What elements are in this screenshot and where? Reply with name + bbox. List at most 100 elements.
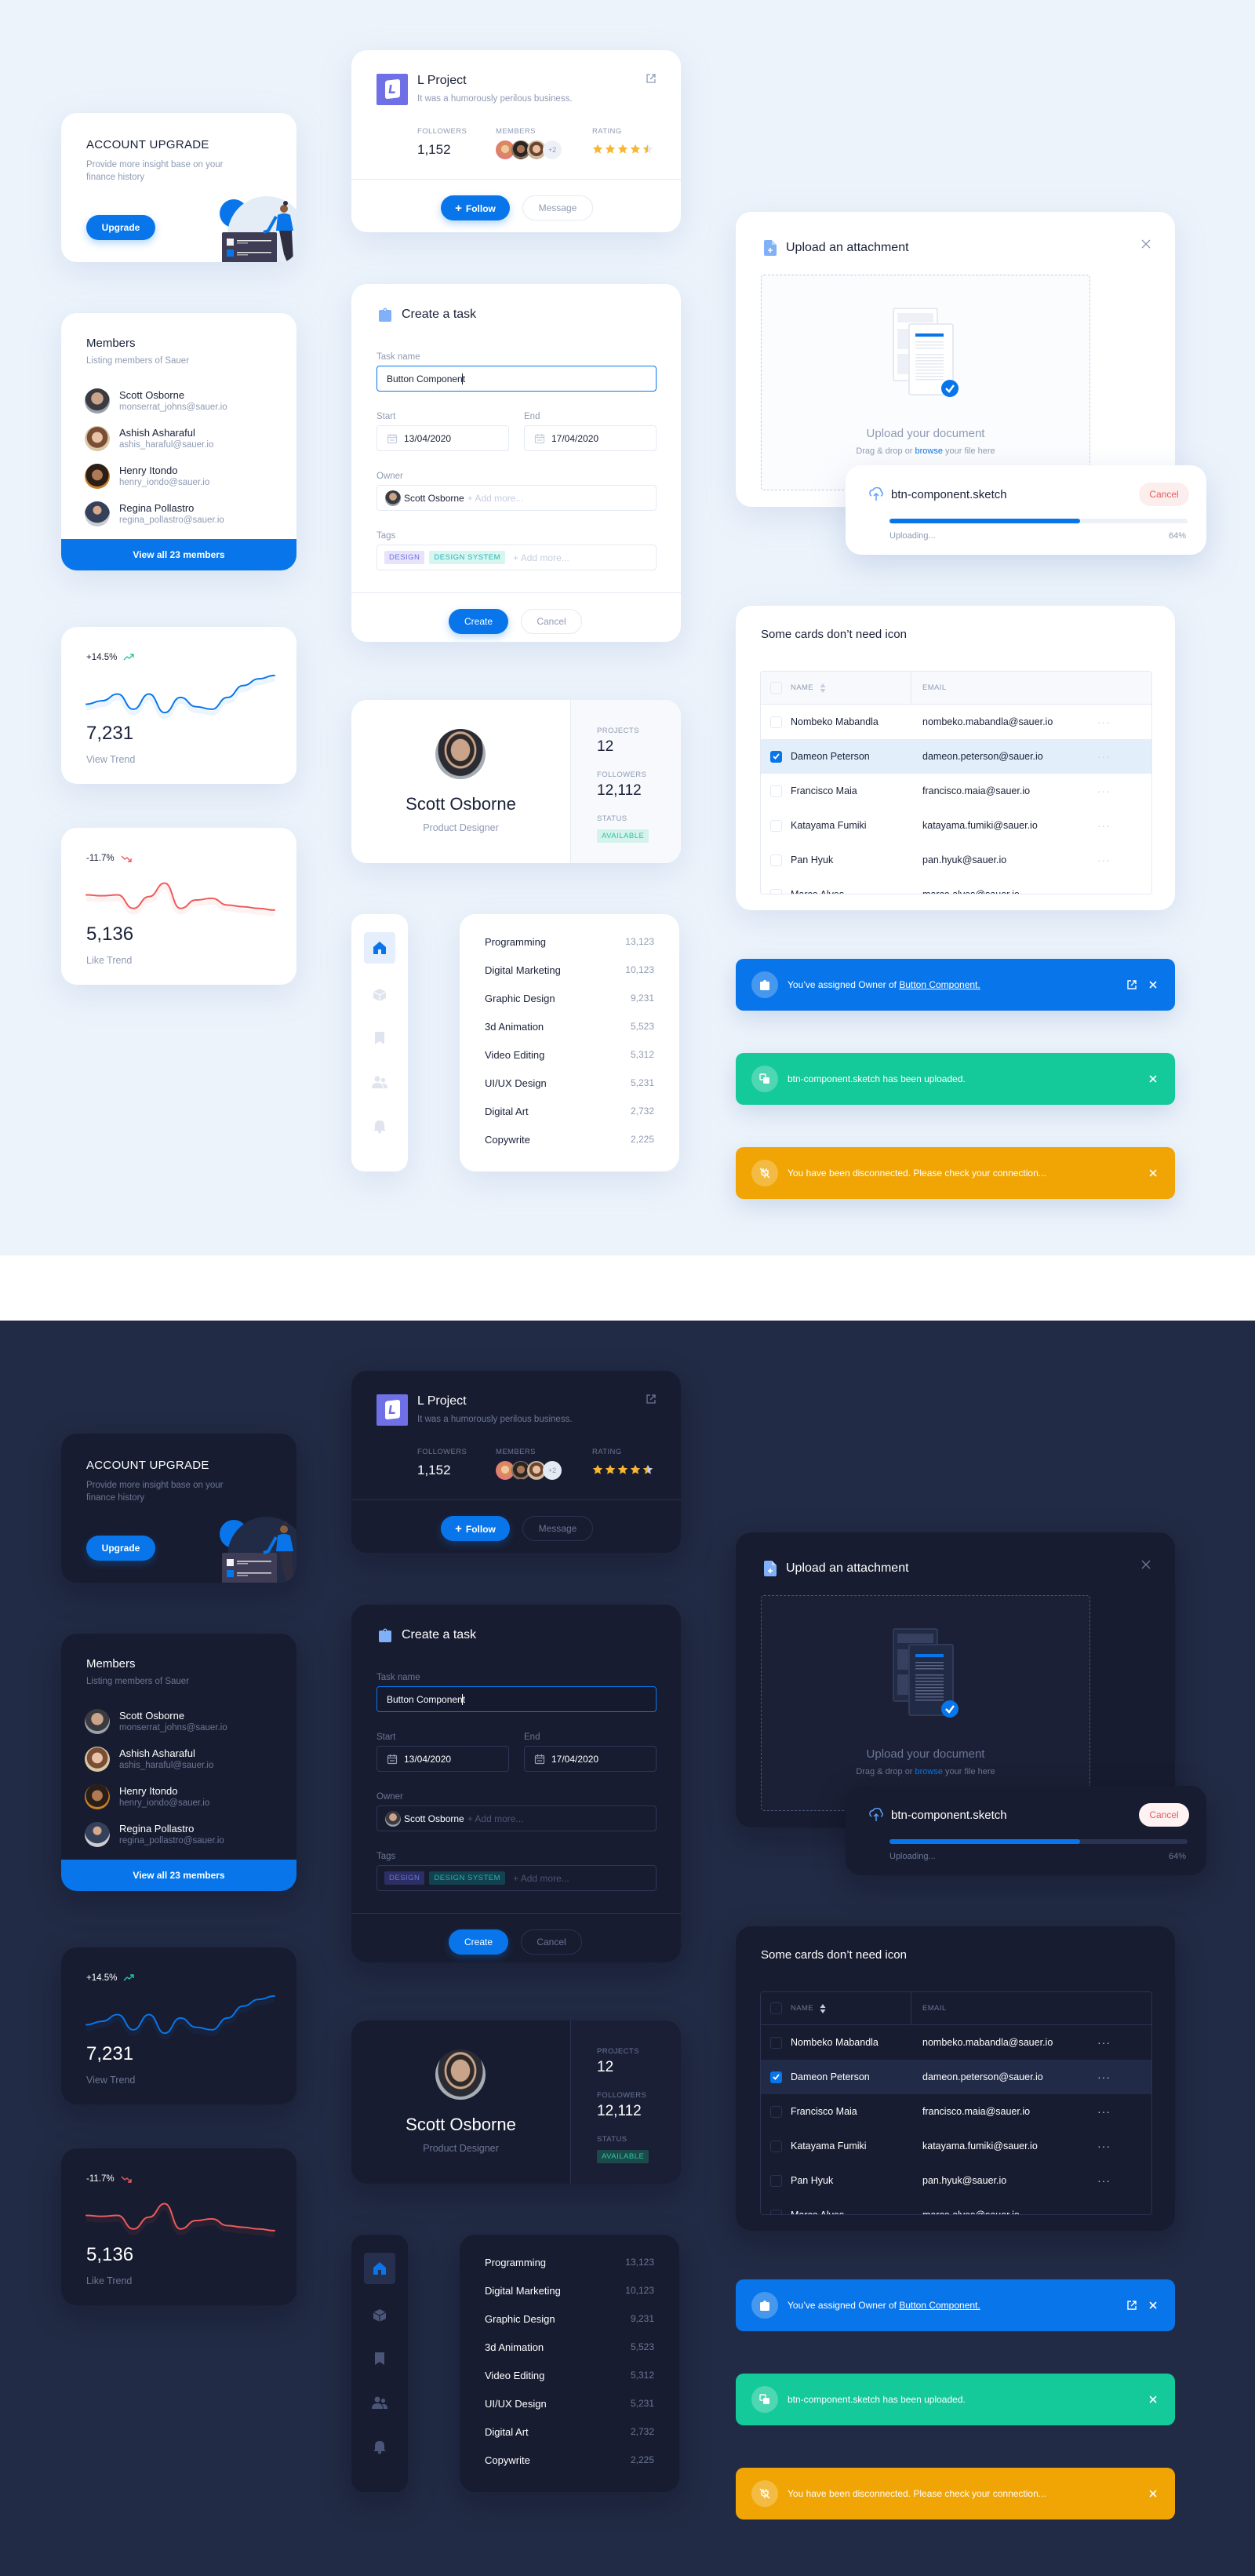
column-header-email[interactable]: EMAIL [922,683,947,692]
nav-item-users[interactable] [364,2387,395,2418]
nav-item-home[interactable] [364,2253,395,2284]
more-actions-icon[interactable]: ··· [1097,2036,1111,2049]
close-icon[interactable] [1148,2395,1158,2404]
table-row[interactable]: Katayama Fumiki katayama.fumiki@sauer.io ·… [761,808,1151,843]
nav-item-products[interactable] [364,2300,395,2331]
table-row[interactable]: Nombeko Mabandla nombeko.mabandla@sauer.i… [761,2025,1151,2060]
start-date-input[interactable]: 13/04/2020 [376,1746,509,1772]
category-item[interactable]: UI/UX Design 5,231 [485,2398,654,2410]
nav-item-products[interactable] [364,979,395,1011]
owner-chip[interactable]: Scott Osborne [404,493,464,504]
create-button[interactable]: Create [449,1929,508,1955]
category-item[interactable]: Graphic Design 9,231 [485,993,654,1004]
tag-chip[interactable]: DESIGN SYSTEM [429,1871,506,1885]
nav-item-notifications[interactable] [364,2431,395,2462]
close-icon[interactable] [1148,1074,1158,1084]
nav-item-home[interactable] [364,932,395,964]
nav-item-users[interactable] [364,1066,395,1098]
upgrade-button[interactable]: Upgrade [86,1536,155,1561]
column-header-name[interactable]: NAME [791,2003,922,2013]
table-row[interactable]: Katayama Fumiki katayama.fumiki@sauer.io ·… [761,2129,1151,2163]
category-item[interactable]: Graphic Design 9,231 [485,2313,654,2325]
external-link-icon[interactable] [645,1393,657,1405]
task-name-input[interactable]: Button Component [376,366,657,392]
row-checkbox[interactable] [770,2174,782,2187]
member-item[interactable]: Ashish Asharaful ashis_haraful@sauer.io [85,420,281,457]
category-item[interactable]: 3d Animation 5,523 [485,2341,654,2353]
create-button[interactable]: Create [449,609,508,634]
start-date-input[interactable]: 13/04/2020 [376,425,509,451]
follow-button[interactable]: + Follow [441,1516,510,1541]
add-tag-placeholder[interactable]: + Add more... [513,552,569,563]
tags-input[interactable]: DESIGN DESIGN SYSTEM + Add more... [376,545,657,570]
row-checkbox[interactable] [770,2209,782,2214]
category-item[interactable]: UI/UX Design 5,231 [485,1077,654,1089]
more-actions-icon[interactable]: ··· [1097,819,1111,832]
add-owner-placeholder[interactable]: + Add more... [467,1813,524,1824]
row-checkbox[interactable] [770,2036,782,2049]
more-actions-icon[interactable]: ··· [1097,2209,1111,2214]
tag-chip[interactable]: DESIGN [384,551,425,564]
file-drop-zone[interactable]: Upload your document Drag & drop or brow… [761,1595,1090,1811]
more-actions-icon[interactable]: ··· [1097,716,1111,728]
view-all-members-button[interactable]: View all 23 members [61,1860,296,1891]
column-header-email[interactable]: EMAIL [922,2004,947,2013]
member-item[interactable]: Ashish Asharaful ashis_haraful@sauer.io [85,1740,281,1778]
member-item[interactable]: Regina Pollastro regina_pollastro@sauer.i… [85,1816,281,1853]
close-icon[interactable] [1148,2301,1158,2310]
more-actions-icon[interactable]: ··· [1097,888,1111,894]
end-date-input[interactable]: 17/04/2020 [524,425,657,451]
more-actions-icon[interactable]: ··· [1097,2140,1111,2152]
member-avatars[interactable]: +2 [496,140,562,159]
close-icon[interactable] [1140,1559,1151,1570]
message-button[interactable]: Message [522,1516,593,1541]
browse-link[interactable]: browse [915,446,943,456]
cancel-button[interactable]: Cancel [521,609,582,634]
table-row[interactable]: Marco Alves marco.alves@sauer.io ··· [761,2198,1151,2214]
row-checkbox[interactable] [770,888,782,894]
message-button[interactable]: Message [522,195,593,220]
member-item[interactable]: Henry Itondo henry_iondo@sauer.io [85,457,281,495]
cancel-upload-button[interactable]: Cancel [1139,483,1189,506]
upgrade-button[interactable]: Upgrade [86,215,155,240]
row-checkbox[interactable] [770,819,782,832]
row-checkbox[interactable] [770,2071,782,2083]
external-link-icon[interactable] [1126,979,1137,990]
category-item[interactable]: Video Editing 5,312 [485,1049,654,1061]
category-item[interactable]: Programming 13,123 [485,2257,654,2268]
close-icon[interactable] [1140,239,1151,250]
table-row[interactable]: Pan Hyuk pan.hyuk@sauer.io ··· [761,843,1151,877]
row-checkbox[interactable] [770,716,782,728]
nav-item-bookmarks[interactable] [364,1022,395,1054]
table-row[interactable]: Francisco Maia francisco.maia@sauer.io ··· [761,2094,1151,2129]
select-all-checkbox[interactable] [770,682,782,694]
category-item[interactable]: Digital Marketing 10,123 [485,2285,654,2297]
browse-link[interactable]: browse [915,1767,943,1776]
cancel-button[interactable]: Cancel [521,1929,582,1955]
add-owner-placeholder[interactable]: + Add more... [467,493,524,504]
table-row[interactable]: Pan Hyuk pan.hyuk@sauer.io ··· [761,2163,1151,2198]
tags-input[interactable]: DESIGN DESIGN SYSTEM + Add more... [376,1865,657,1891]
toast-link[interactable]: Button Component. [899,979,980,990]
category-item[interactable]: Programming 13,123 [485,936,654,948]
row-checkbox[interactable] [770,854,782,866]
view-all-members-button[interactable]: View all 23 members [61,539,296,570]
nav-item-notifications[interactable] [364,1110,395,1142]
table-row[interactable]: Francisco Maia francisco.maia@sauer.io ··· [761,774,1151,808]
more-actions-icon[interactable]: ··· [1097,854,1111,866]
member-avatars[interactable]: +2 [496,1461,562,1480]
tag-chip[interactable]: DESIGN [384,1871,425,1885]
column-header-name[interactable]: NAME [791,683,922,693]
close-icon[interactable] [1148,1168,1158,1178]
file-drop-zone[interactable]: Upload your document Drag & drop or brow… [761,275,1090,490]
table-row[interactable]: Dameon Peterson dameon.peterson@sauer.io ·… [761,2060,1151,2094]
row-checkbox[interactable] [770,785,782,797]
tag-chip[interactable]: DESIGN SYSTEM [429,551,506,564]
table-row[interactable]: Dameon Peterson dameon.peterson@sauer.io ·… [761,739,1151,774]
select-all-checkbox[interactable] [770,2002,782,2014]
category-item[interactable]: Video Editing 5,312 [485,2370,654,2381]
owner-input[interactable]: Scott Osborne + Add more... [376,485,657,511]
more-actions-icon[interactable]: ··· [1097,750,1111,763]
table-row[interactable]: Nombeko Mabandla nombeko.mabandla@sauer.i… [761,705,1151,739]
more-actions-icon[interactable]: ··· [1097,785,1111,797]
